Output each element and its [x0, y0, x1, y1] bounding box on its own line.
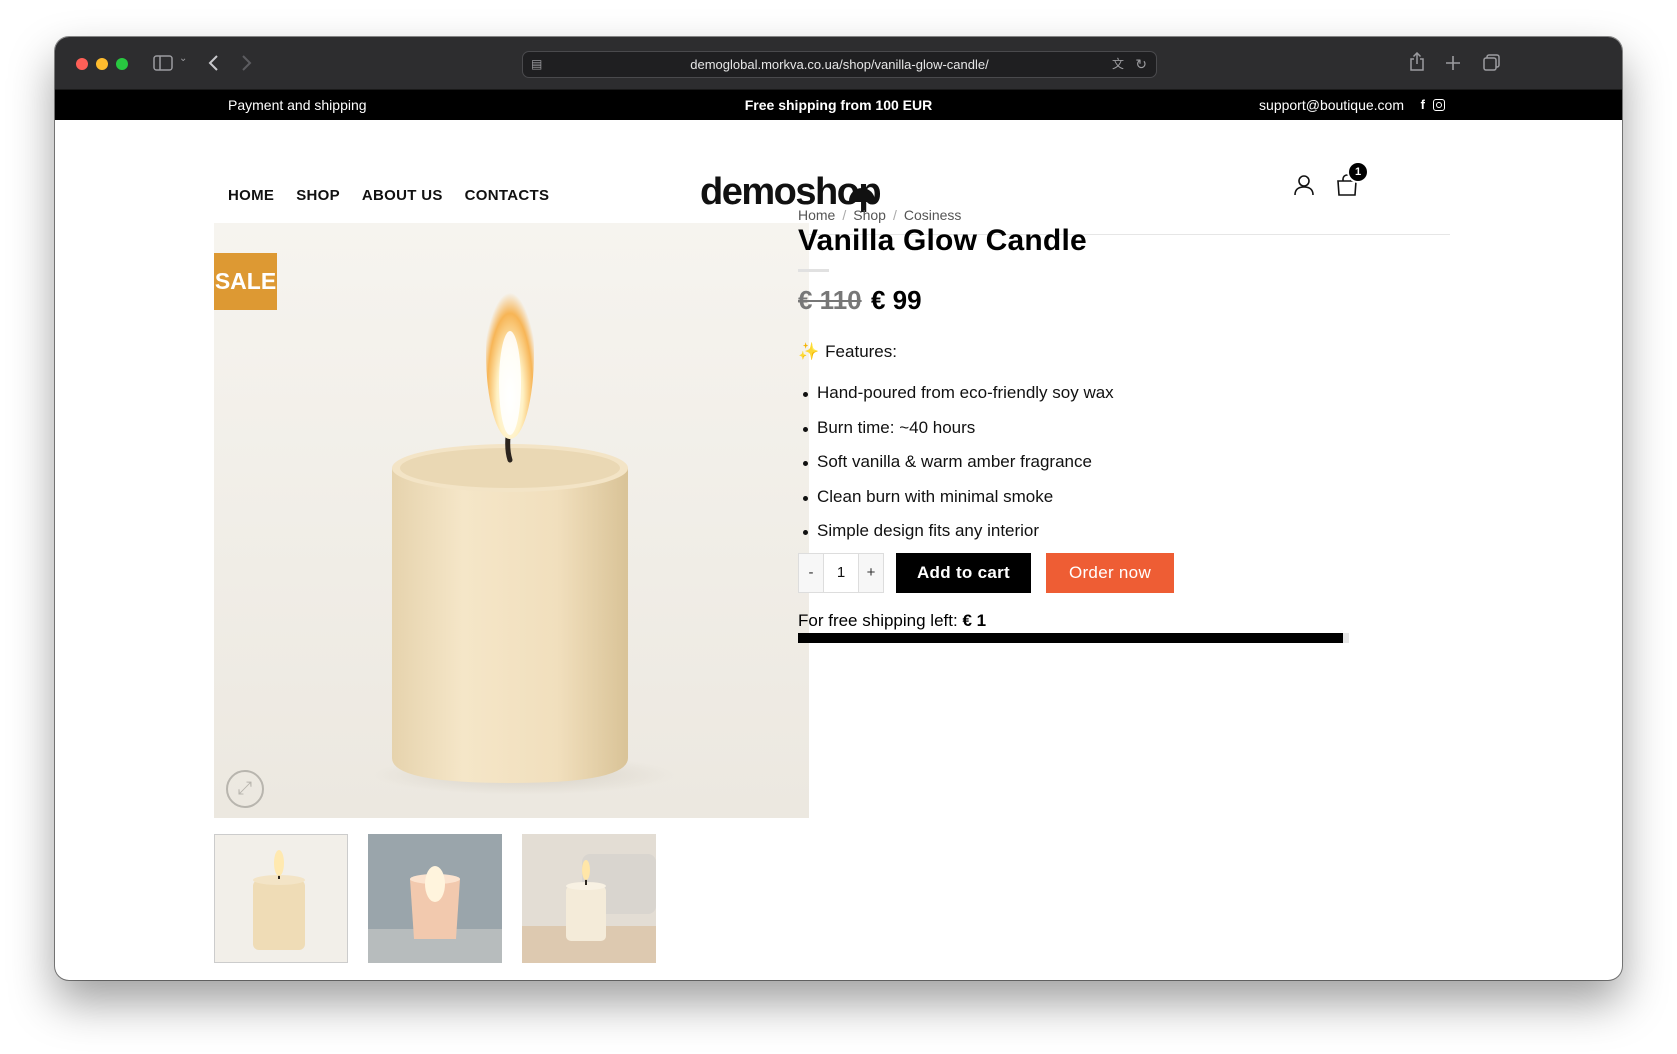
add-to-cart-button[interactable]: Add to cart — [896, 553, 1031, 593]
address-bar[interactable]: ▤ demoglobal.morkva.co.ua/shop/vanilla-g… — [522, 51, 1157, 78]
features-list: Hand-poured from eco-friendly soy wax Bu… — [803, 383, 1114, 556]
chevron-down-icon[interactable]: ⌄ — [179, 53, 187, 64]
breadcrumb-shop[interactable]: Shop — [853, 207, 886, 223]
breadcrumb-separator: / — [892, 207, 897, 223]
qty-decrease-button[interactable]: - — [799, 554, 823, 592]
instagram-icon[interactable] — [1433, 99, 1445, 111]
nav-about-us[interactable]: ABOUT US — [362, 187, 443, 204]
minimize-window-button[interactable] — [96, 58, 108, 70]
support-email-link[interactable]: support@boutique.com — [1259, 90, 1404, 120]
main-nav: HOME SHOP ABOUT US CONTACTS — [228, 187, 549, 204]
top-announcement-bar: Payment and shipping Free shipping from … — [55, 90, 1622, 120]
free-shipping-label: For free shipping left: — [798, 611, 958, 630]
facebook-icon[interactable]: f — [1421, 90, 1425, 120]
features-heading: ✨ Features: — [798, 342, 897, 362]
page-settings-icon[interactable]: ▤ — [531, 52, 542, 77]
qty-input[interactable]: 1 — [823, 554, 859, 592]
close-window-button[interactable] — [76, 58, 88, 70]
thumbnail-3[interactable] — [522, 834, 656, 963]
sale-badge: SALE — [214, 253, 277, 310]
free-shipping-progress-track — [798, 633, 1349, 643]
url-text: demoglobal.morkva.co.ua/shop/vanilla-glo… — [690, 57, 989, 72]
breadcrumb-home[interactable]: Home — [798, 207, 835, 223]
free-shipping-amount: € 1 — [962, 611, 987, 630]
thumbnail-strip — [214, 834, 656, 963]
title-divider — [798, 269, 829, 272]
account-icon[interactable] — [1293, 174, 1315, 196]
thumbnail-2[interactable] — [368, 834, 502, 963]
breadcrumb-cosiness[interactable]: Cosiness — [904, 207, 962, 223]
feature-item: Simple design fits any interior — [803, 521, 1114, 556]
sparkles-icon: ✨ — [798, 342, 820, 361]
free-shipping-remaining: For free shipping left: € 1 — [798, 611, 986, 631]
quantity-stepper: - 1 + — [798, 553, 884, 593]
browser-titlebar: ⌄ ▤ demoglobal.morkva.co.ua/shop/vanilla… — [55, 37, 1622, 90]
new-tab-icon[interactable] — [1446, 56, 1460, 70]
free-shipping-progress-fill — [798, 633, 1344, 643]
order-now-button[interactable]: Order now — [1046, 553, 1174, 593]
reload-icon[interactable]: ↻ — [1135, 52, 1147, 77]
candle-image — [214, 223, 809, 818]
product-main-image[interactable]: SALE ⤢ — [214, 223, 809, 818]
features-heading-text: Features: — [825, 342, 897, 361]
breadcrumb: Home / Shop / Cosiness — [798, 207, 961, 223]
share-icon[interactable] — [1409, 52, 1425, 72]
payment-shipping-link[interactable]: Payment and shipping — [228, 90, 367, 120]
back-icon[interactable] — [208, 54, 220, 72]
nav-home[interactable]: HOME — [228, 187, 274, 204]
cart-count-badge: 1 — [1349, 163, 1367, 181]
feature-item: Hand-poured from eco-friendly soy wax — [803, 383, 1114, 418]
qty-increase-button[interactable]: + — [859, 554, 883, 592]
nav-shop[interactable]: SHOP — [296, 187, 340, 204]
nav-contacts[interactable]: CONTACTS — [465, 187, 550, 204]
sidebar-toggle-icon[interactable] — [153, 55, 173, 71]
feature-item: Soft vanilla & warm amber fragrance — [803, 452, 1114, 487]
forward-icon[interactable] — [240, 54, 252, 72]
thumbnail-1[interactable] — [214, 834, 348, 963]
price-old: € 110 — [798, 285, 862, 315]
translate-icon[interactable]: 文 — [1112, 52, 1124, 77]
breadcrumb-separator: / — [842, 207, 847, 223]
product-title: Vanilla Glow Candle — [798, 224, 1087, 257]
feature-item: Clean burn with minimal smoke — [803, 487, 1114, 522]
zoom-window-button[interactable] — [116, 58, 128, 70]
tab-overview-icon[interactable] — [1483, 54, 1500, 71]
price-new: € 99 — [871, 285, 922, 315]
feature-item: Burn time: ~40 hours — [803, 418, 1114, 453]
browser-window: ⌄ ▤ demoglobal.morkva.co.ua/shop/vanilla… — [55, 37, 1622, 980]
zoom-expand-icon[interactable]: ⤢ — [226, 770, 264, 808]
